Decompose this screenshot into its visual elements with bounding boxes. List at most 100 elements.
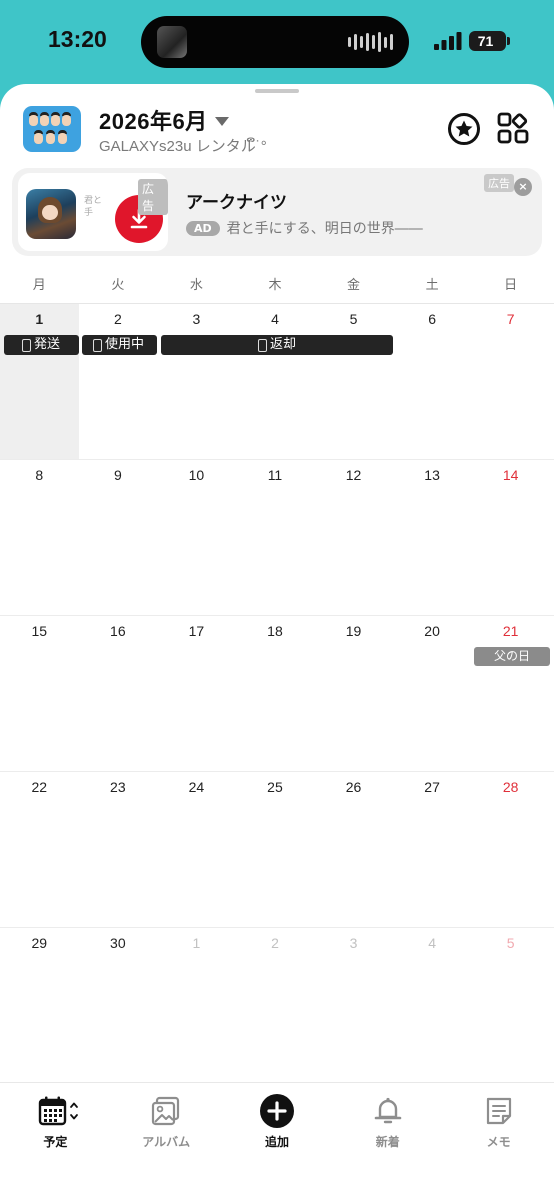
day-cell[interactable]: 27: [393, 772, 472, 927]
calendar-header: 2026年6月 GALAXYs23u レンタルຶ˙°: [0, 84, 554, 164]
day-cell[interactable]: 13: [393, 460, 472, 615]
weekday-label: 水: [189, 278, 203, 293]
phone-icon: [22, 338, 31, 352]
calendar-icon: [39, 1096, 79, 1126]
memo-icon: [486, 1097, 511, 1125]
day-number: 29: [31, 935, 48, 951]
day-cell[interactable]: 26: [314, 772, 393, 927]
day-number: 4: [271, 311, 279, 327]
day-number: 7: [506, 311, 515, 327]
day-cell[interactable]: 25: [236, 772, 315, 927]
bell-icon: [374, 1097, 402, 1124]
day-cell-next-month[interactable]: 1: [157, 928, 236, 1083]
calendar-week: 29 30 1 2 3 4 5: [0, 928, 554, 1084]
day-cell-next-month[interactable]: 3: [314, 928, 393, 1083]
day-number: 6: [428, 311, 436, 327]
event-in-use[interactable]: 使用中: [82, 335, 157, 355]
tab-label: 予定: [43, 1135, 68, 1149]
day-cell[interactable]: 7: [471, 304, 550, 459]
day-cell-next-month[interactable]: 5: [471, 928, 550, 1083]
day-number: 11: [267, 467, 283, 483]
tab-label: 追加: [264, 1135, 289, 1149]
day-number: 20: [424, 623, 440, 639]
event-return[interactable]: 返却: [161, 335, 393, 355]
day-cell[interactable]: 21: [471, 616, 550, 771]
widgets-grid-icon[interactable]: [497, 112, 529, 144]
day-cell[interactable]: 2: [79, 304, 158, 459]
day-cell-today[interactable]: 1: [0, 304, 79, 459]
weekday-label: 土: [425, 278, 439, 293]
day-cell[interactable]: 19: [314, 616, 393, 771]
weekday-header: 月 火 水 木 金 土 日: [0, 272, 554, 304]
day-cell[interactable]: 11: [236, 460, 315, 615]
tab-memo[interactable]: メモ: [443, 1083, 554, 1200]
day-number: 24: [188, 779, 205, 795]
event-shipping[interactable]: 発送: [4, 335, 79, 355]
ad-title[interactable]: アークナイツ: [186, 188, 287, 213]
day-number: 2: [271, 935, 279, 951]
calendar-week: 15 16 17 18 19 20 21 父の日: [0, 616, 554, 772]
weekday-label: 日: [504, 278, 518, 293]
ad-strip-text: 君と手: [84, 196, 103, 218]
dynamic-island[interactable]: [141, 16, 409, 68]
day-cell[interactable]: 3: [157, 304, 236, 459]
group-avatar-icon[interactable]: [23, 106, 81, 152]
event-label: 使用中: [105, 337, 145, 352]
holiday-fathers-day[interactable]: 父の日: [474, 647, 550, 666]
plus-circle-icon: [259, 1094, 294, 1128]
day-cell[interactable]: 10: [157, 460, 236, 615]
day-number: 14: [502, 467, 519, 483]
day-cell[interactable]: 28: [471, 772, 550, 927]
event-label: 発送: [34, 337, 61, 352]
day-cell[interactable]: 30: [79, 928, 158, 1083]
day-cell[interactable]: 22: [0, 772, 79, 927]
day-number: 16: [110, 623, 126, 639]
tab-label: アルバム: [142, 1135, 191, 1149]
day-cell[interactable]: 4: [236, 304, 315, 459]
day-cell[interactable]: 14: [471, 460, 550, 615]
ad-media[interactable]: 君と手 広告: [18, 173, 168, 251]
tab-news[interactable]: 新着: [332, 1083, 443, 1200]
day-cell[interactable]: 12: [314, 460, 393, 615]
day-cell[interactable]: 20: [393, 616, 472, 771]
day-cell[interactable]: 29: [0, 928, 79, 1083]
tab-schedule[interactable]: 予定: [0, 1083, 111, 1200]
ad-banner[interactable]: 君と手 広告 アークナイツ AD 君と手にする、明日の世界―― 広告 ×: [12, 168, 542, 256]
month-selector[interactable]: 2026年6月: [99, 104, 229, 136]
day-cell[interactable]: 18: [236, 616, 315, 771]
day-number: 2: [113, 311, 122, 327]
day-cell[interactable]: 23: [79, 772, 158, 927]
tab-album[interactable]: アルバム: [111, 1083, 222, 1200]
day-number: 5: [506, 935, 515, 951]
day-cell[interactable]: 5: [314, 304, 393, 459]
ad-description: 君と手にする、明日の世界――: [226, 221, 423, 237]
star-circle-icon[interactable]: [447, 112, 481, 146]
day-cell[interactable]: 6: [393, 304, 472, 459]
cellular-signal-icon: [434, 32, 462, 50]
day-number: 18: [267, 623, 283, 639]
day-cell[interactable]: 8: [0, 460, 79, 615]
weekday-label: 火: [111, 278, 125, 293]
ad-pill: AD: [186, 220, 220, 236]
calendar-week: 8 9 10 11 12 13 14: [0, 460, 554, 616]
phone-icon: [257, 338, 267, 352]
tab-add[interactable]: 追加: [222, 1083, 333, 1200]
day-number: 4: [428, 935, 436, 951]
ad-corner-badge: 広告: [484, 174, 514, 192]
caret-down-icon: [214, 116, 229, 126]
day-number: 28: [502, 779, 519, 795]
day-cell-next-month[interactable]: 2: [236, 928, 315, 1083]
day-cell[interactable]: 17: [157, 616, 236, 771]
day-cell[interactable]: 9: [79, 460, 158, 615]
day-cell[interactable]: 15: [0, 616, 79, 771]
day-cell[interactable]: 16: [79, 616, 158, 771]
now-playing-thumbnail: [157, 26, 187, 58]
day-cell[interactable]: 24: [157, 772, 236, 927]
day-cell-next-month[interactable]: 4: [393, 928, 472, 1083]
album-icon: [152, 1096, 180, 1126]
main-sheet: 2026年6月 GALAXYs23u レンタルຶ˙° 君と手 広告 アークナイツ…: [0, 84, 554, 1200]
month-calendar: 月 火 水 木 金 土 日 1 2 3 4 5 6 7 発送 使用中 返却 8 …: [0, 272, 554, 1084]
day-number: 17: [188, 623, 205, 639]
ad-close-button[interactable]: ×: [514, 178, 532, 196]
day-number: 19: [345, 623, 362, 639]
